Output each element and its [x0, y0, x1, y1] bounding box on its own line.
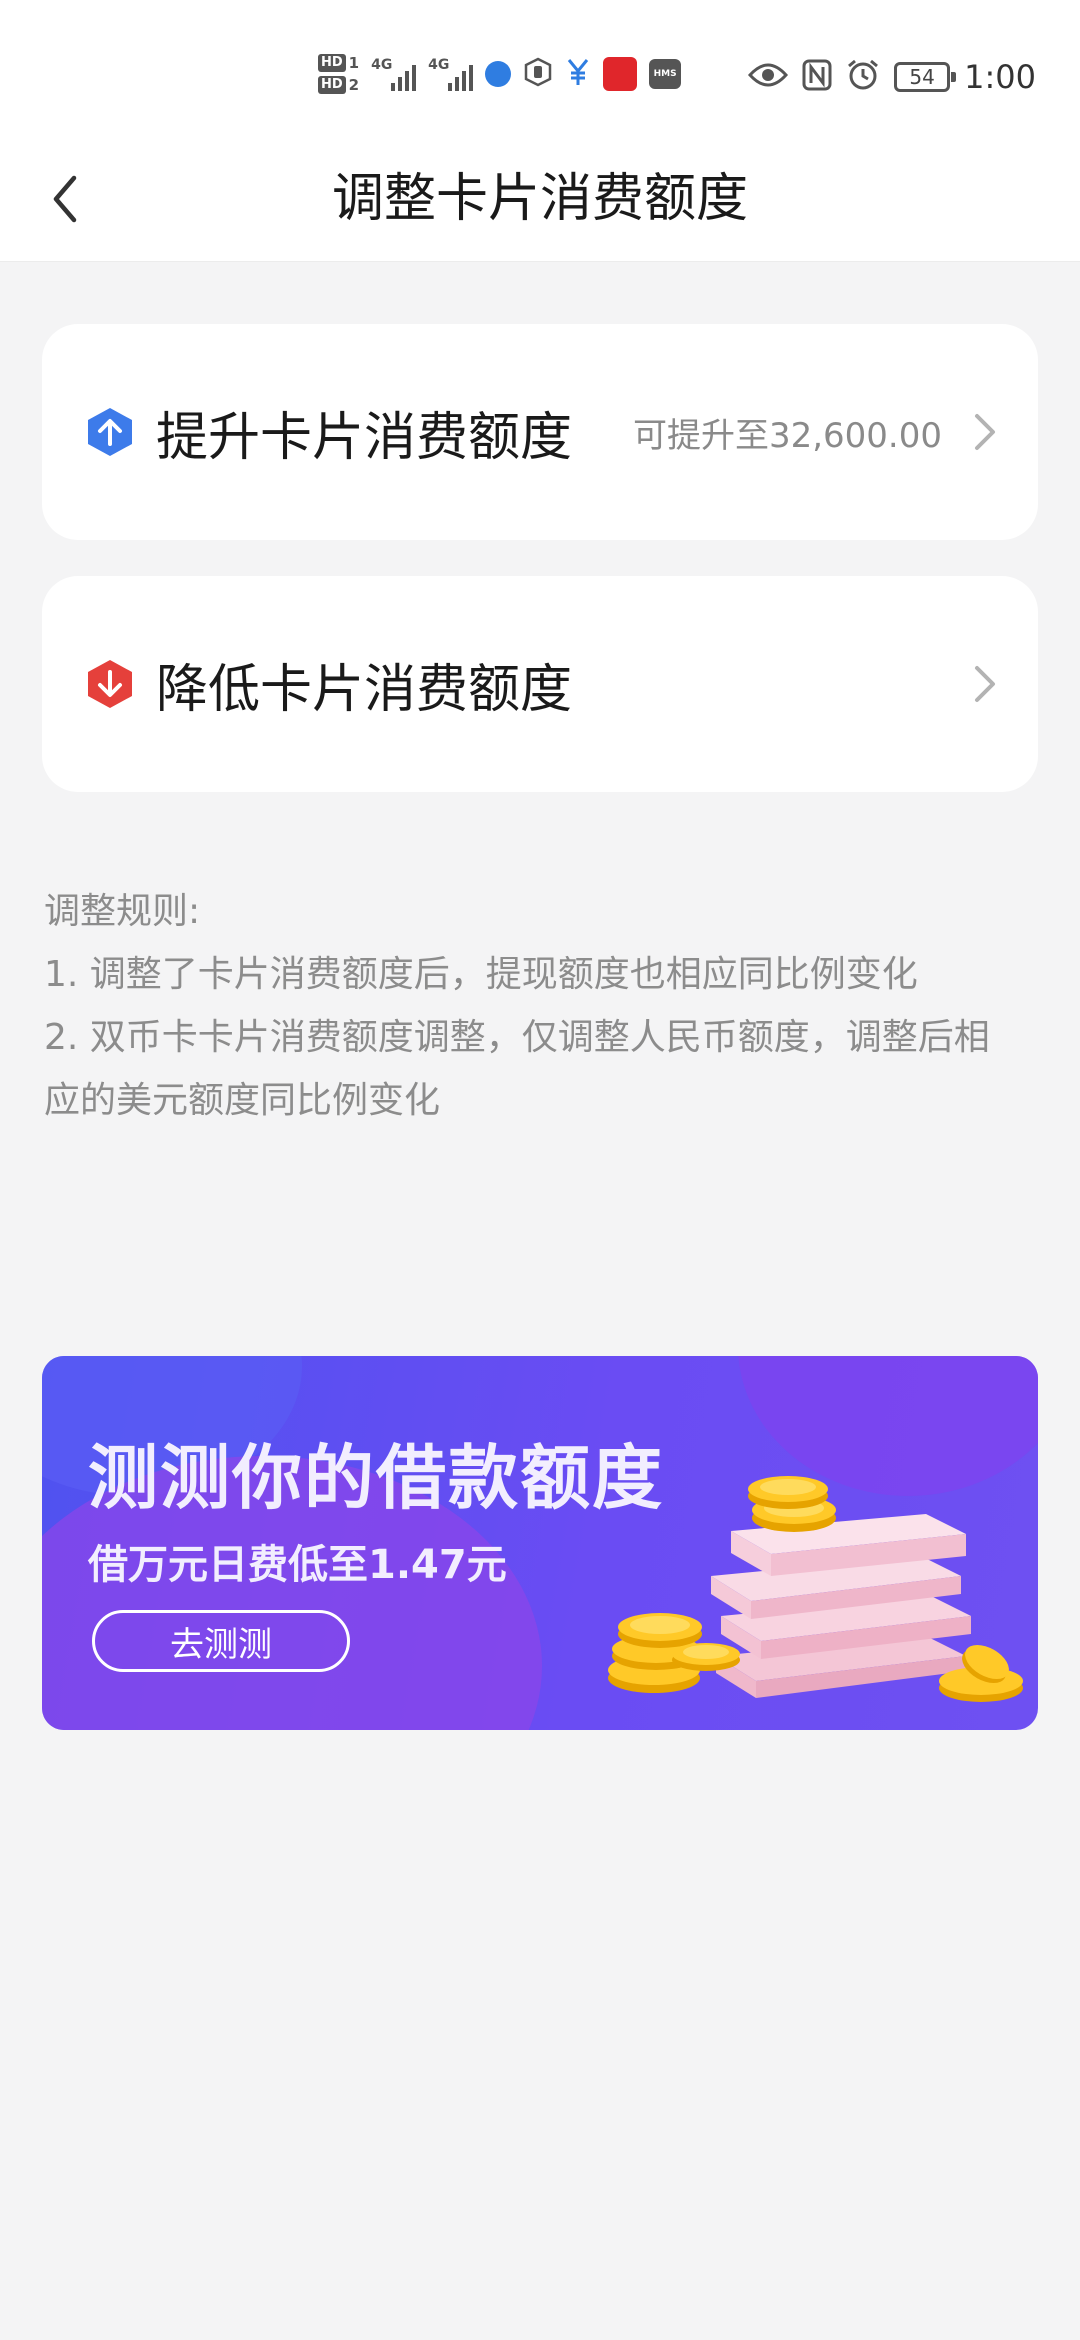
rule-2-line-1: 2. 双币卡卡片消费额度调整，仅调整人民币额度，调整后相	[44, 1017, 990, 1058]
chevron-right-icon	[975, 414, 995, 450]
sim-indicators: HD 1 HD 2	[318, 54, 359, 94]
arrow-down-shield-icon	[88, 660, 132, 708]
raise-limit-max: 可提升至32,600.00	[632, 415, 942, 456]
signal-icon-2: 4G	[428, 57, 474, 91]
chevron-right-icon	[975, 666, 995, 702]
hd-badge-2: HD	[318, 76, 346, 94]
eye-icon	[748, 61, 789, 93]
lower-limit-label: 降低卡片消费额度	[156, 659, 573, 720]
raise-limit-card[interactable]: 提升卡片消费额度 可提升至32,600.00	[42, 324, 1038, 540]
network-type-1: 4G	[371, 57, 393, 73]
payment-app-icon	[603, 57, 638, 91]
alarm-icon	[846, 58, 880, 96]
rules-heading: 调整规则:	[44, 891, 201, 932]
lower-limit-card[interactable]: 降低卡片消费额度	[42, 576, 1038, 792]
banner-title: 测测你的借款额度	[88, 1437, 664, 1519]
sim-number-2: 2	[348, 76, 360, 94]
banner-subtitle: 借万元日费低至1.47元	[88, 1542, 507, 1588]
money-coins-illustration	[608, 1476, 1023, 1702]
clock: 1:00	[964, 58, 1036, 96]
loan-promo-banner[interactable]: 测测你的借款额度 借万元日费低至1.47元 去测测	[42, 1356, 1038, 1730]
status-bar: HD 1 HD 2 4G 4G HMS 54 1:00	[0, 0, 1080, 140]
network-type-2: 4G	[428, 57, 450, 73]
status-right: 54 1:00	[748, 52, 1036, 102]
nfc-icon	[802, 59, 832, 95]
raise-limit-label: 提升卡片消费额度	[156, 407, 573, 468]
banner-test-button[interactable]: 去测测	[92, 1610, 350, 1672]
hand-icon	[523, 57, 553, 91]
app-header: 调整卡片消费额度	[0, 140, 1080, 262]
hd-badge-1: HD	[318, 54, 346, 72]
arrow-up-shield-icon	[88, 408, 132, 456]
page-title: 调整卡片消费额度	[331, 169, 748, 229]
yuan-icon	[565, 57, 591, 91]
rule-2-line-2: 应的美元额度同比例变化	[44, 1080, 441, 1121]
status-left: HD 1 HD 2 4G 4G HMS	[318, 48, 682, 100]
hms-icon: HMS	[649, 59, 682, 89]
rule-1: 1. 调整了卡片消费额度后，提现额度也相应同比例变化	[44, 954, 918, 995]
sim-number-1: 1	[348, 54, 360, 72]
signal-icon-1: 4G	[371, 57, 417, 91]
browser-icon	[485, 61, 512, 87]
battery-icon: 54	[894, 62, 957, 92]
adjustment-rules: 调整规则: 1. 调整了卡片消费额度后，提现额度也相应同比例变化 2. 双币卡卡…	[44, 880, 1044, 1132]
battery-level: 54	[909, 65, 935, 89]
